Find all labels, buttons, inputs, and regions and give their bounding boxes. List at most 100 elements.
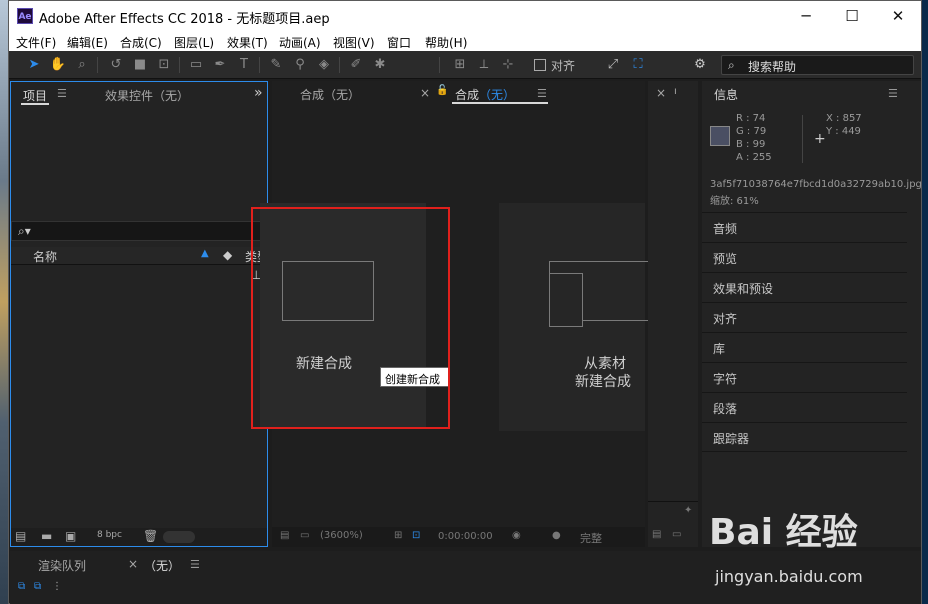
zoom-level[interactable]: (3600%) xyxy=(320,530,363,541)
walk-icon[interactable]: ✦ xyxy=(684,505,692,516)
close-tab-icon[interactable]: × xyxy=(420,86,430,100)
tab-comp-active-prefix: 合成 xyxy=(455,88,480,102)
info-zoom: 缩放: 61% xyxy=(710,196,759,207)
align-label: 对齐 xyxy=(551,59,576,73)
delete-icon[interactable]: 🗑 xyxy=(143,529,158,543)
panel-tracker[interactable]: 跟踪器 xyxy=(702,422,907,452)
close-tab-icon[interactable]: × xyxy=(128,557,138,571)
info-r: R : 74 xyxy=(736,113,766,124)
brush-tool-icon[interactable]: ✎ xyxy=(267,56,285,74)
project-search-input[interactable]: ⌕▾ xyxy=(11,221,267,241)
mask-toggle-icon[interactable]: ⊡ xyxy=(412,530,420,541)
search-help-box[interactable]: ⌕ 搜索帮助 xyxy=(721,55,914,75)
crosshair-icon: + xyxy=(814,131,826,147)
pen-tool-icon[interactable]: ✒ xyxy=(211,56,229,74)
maximize-button[interactable]: ☐ xyxy=(829,1,875,31)
menu-help[interactable]: 帮助(H) xyxy=(425,34,467,51)
tab-comp-active[interactable]: 合成（无） xyxy=(455,86,515,103)
new-folder-icon[interactable]: ▬ xyxy=(41,529,52,543)
workspace-icon[interactable]: ⚙ xyxy=(691,56,709,74)
info-panel: 信息 ☰ R : 74 G : 79 B : 99 A : 255 + X : … xyxy=(702,81,922,547)
zoom-tool-icon[interactable]: ⌕ xyxy=(73,56,91,74)
from-footage-line2: 新建合成 xyxy=(575,374,631,390)
preview-icon[interactable]: ▤ xyxy=(652,529,661,540)
lock-icon[interactable]: 🔓 xyxy=(436,85,448,96)
tab-timeline-none[interactable]: （无） xyxy=(144,557,180,574)
label-tag-icon[interactable]: ◆ xyxy=(223,248,232,262)
lock-icon[interactable]: ı xyxy=(674,86,677,97)
hand-tool-icon[interactable]: ✋ xyxy=(49,56,67,74)
panel-align[interactable]: 对齐 xyxy=(702,302,907,332)
panel-audio[interactable]: 音频 xyxy=(702,212,907,242)
info-y: Y : 449 xyxy=(826,126,861,137)
menu-animation[interactable]: 动画(A) xyxy=(279,34,321,51)
window-title: Adobe After Effects CC 2018 - 无标题项目.aep xyxy=(39,12,330,27)
panel-paragraph[interactable]: 段落 xyxy=(702,392,907,422)
puppet-tool-icon[interactable]: ✱ xyxy=(371,56,389,74)
draft-3d-icon[interactable]: ⧉ xyxy=(34,581,41,592)
monitor-icon[interactable]: ▭ xyxy=(300,530,309,541)
new-comp-icon[interactable]: ▣ xyxy=(65,529,76,543)
always-preview-icon[interactable]: ▤ xyxy=(280,530,289,541)
menu-edit[interactable]: 编辑(E) xyxy=(67,34,108,51)
menu-composition[interactable]: 合成(C) xyxy=(120,34,162,51)
grid-icon[interactable]: ⊞ xyxy=(394,530,402,541)
minimize-button[interactable]: ─ xyxy=(783,1,829,31)
monitor-icon[interactable]: ▭ xyxy=(672,529,681,540)
snap-icon[interactable]: ⤢ xyxy=(604,56,622,74)
resolution-select[interactable]: 完整 xyxy=(580,530,602,546)
rectangle-tool-icon[interactable]: ▭ xyxy=(187,56,205,74)
local-axis-icon[interactable]: ⊞ xyxy=(451,56,469,74)
new-comp-from-footage-card[interactable]: 从素材 新建合成 xyxy=(499,203,649,431)
panel-preview[interactable]: 预览 xyxy=(702,242,907,272)
interpret-footage-icon[interactable]: ▤ xyxy=(15,529,26,543)
timecode[interactable]: 0:00:00:00 xyxy=(438,531,493,542)
menu-layer[interactable]: 图层(L) xyxy=(174,34,214,51)
bit-depth[interactable]: 8 bpc xyxy=(97,530,122,540)
menu-view[interactable]: 视图(V) xyxy=(333,34,375,51)
panel-effects-presets[interactable]: 效果和预设 xyxy=(702,272,907,302)
info-menu-icon[interactable]: ☰ xyxy=(888,87,898,100)
roto-brush-tool-icon[interactable]: ✐ xyxy=(347,56,365,74)
column-name[interactable]: 名称 xyxy=(33,248,57,265)
close-tab-icon[interactable]: × xyxy=(656,86,666,100)
sort-ascending-icon[interactable]: ▲ xyxy=(201,248,209,259)
color-channel-icon[interactable]: ● xyxy=(552,530,561,541)
clone-stamp-tool-icon[interactable]: ⚲ xyxy=(291,56,309,74)
view-axis-icon[interactable]: ⊹ xyxy=(499,56,517,74)
from-footage-line1: 从素材 xyxy=(584,356,626,372)
pan-behind-tool-icon[interactable]: ⊡ xyxy=(155,56,173,74)
close-button[interactable]: ✕ xyxy=(875,1,921,31)
search-help-placeholder: 搜索帮助 xyxy=(748,60,797,74)
title-bar: Ae Adobe After Effects CC 2018 - 无标题项目.a… xyxy=(9,1,921,31)
comp-mini-flowchart-icon[interactable]: ⧉ xyxy=(18,581,25,592)
align-checkbox[interactable] xyxy=(534,59,546,71)
tab-project[interactable]: 项目 xyxy=(23,87,47,104)
tab-effect-controls[interactable]: 效果控件（无） xyxy=(105,87,189,104)
ae-app-icon: Ae xyxy=(17,8,33,24)
eraser-tool-icon[interactable]: ◈ xyxy=(315,56,333,74)
text-tool-icon[interactable]: T xyxy=(235,56,253,74)
comp-menu-icon[interactable]: ☰ xyxy=(537,87,547,100)
panel-overflow-icon[interactable]: » xyxy=(254,85,263,101)
camera-tool-icon[interactable]: ■ xyxy=(131,56,149,74)
info-title[interactable]: 信息 xyxy=(714,86,738,103)
tab-comp-none[interactable]: 合成（无） xyxy=(300,86,360,103)
rotate-tool-icon[interactable]: ↺ xyxy=(107,56,125,74)
panel-character[interactable]: 字符 xyxy=(702,362,907,392)
timeline-options-icon[interactable]: ⋮ xyxy=(52,581,62,592)
tab-render-queue[interactable]: 渲染队列 xyxy=(38,557,86,574)
world-axis-icon[interactable]: ⟂ xyxy=(475,56,493,74)
selection-tool-icon[interactable]: ➤ xyxy=(25,56,43,74)
snapshot-icon[interactable]: ◉ xyxy=(512,530,521,541)
snap-options-icon[interactable]: ⛶ xyxy=(629,56,647,74)
menu-effect[interactable]: 效果(T) xyxy=(227,34,268,51)
panel-library[interactable]: 库 xyxy=(702,332,907,362)
project-menu-icon[interactable]: ☰ xyxy=(57,87,67,100)
menu-window[interactable]: 窗口 xyxy=(387,34,411,51)
search-icon: ⌕▾ xyxy=(18,224,31,238)
tools-toolbar: ➤ ✋ ⌕ ↺ ■ ⊡ ▭ ✒ T ✎ ⚲ ◈ ✐ ✱ ⊞ ⟂ ⊹ 对齐 ⤢ ⛶ xyxy=(9,51,921,79)
timeline-menu-icon[interactable]: ☰ xyxy=(190,558,200,571)
menu-file[interactable]: 文件(F) xyxy=(16,34,56,51)
composition-panel: 合成（无） × 🔓 合成（无） ☰ 新建合成 创建新合成 从素材 新建合成 ▤ xyxy=(251,81,649,547)
